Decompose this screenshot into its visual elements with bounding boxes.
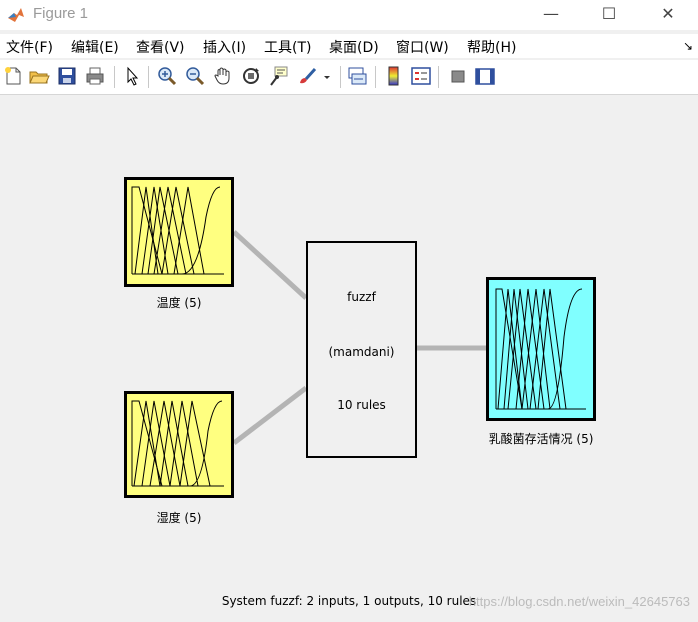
input1-label: 温度 (5) [156, 296, 202, 310]
watermark: https://blog.csdn.net/weixin_42645763 [468, 594, 690, 609]
output1-label: 乳酸菌存活情况 (5) [488, 432, 594, 446]
system-type: (mamdani) [328, 345, 395, 359]
maximize-button[interactable]: ☐ [586, 0, 632, 30]
legend-icon[interactable] [410, 65, 432, 87]
zoom-in-icon[interactable] [156, 65, 178, 87]
connector-input1 [232, 230, 308, 300]
connector-input2 [232, 386, 308, 445]
menu-window[interactable]: 窗口(W) [396, 37, 449, 57]
menu-edit[interactable]: 编辑(E) [71, 37, 119, 57]
menu-insert[interactable]: 插入(I) [203, 37, 246, 57]
toolbar [0, 60, 698, 95]
zoom-out-icon[interactable] [184, 65, 206, 87]
data-cursor-icon[interactable] [268, 65, 290, 87]
dock-arrow-icon[interactable]: ↘ [683, 39, 693, 53]
menu-bar: 文件(F) 编辑(E) 查看(V) 插入(I) 工具(T) 桌面(D) 窗口(W… [0, 34, 698, 58]
brush-icon[interactable] [296, 65, 318, 87]
toolbar-separator [114, 66, 115, 88]
menu-view[interactable]: 查看(V) [136, 37, 185, 57]
minimize-button[interactable]: — [528, 0, 574, 30]
input1-fill [124, 177, 234, 287]
toolbar-separator [340, 66, 341, 88]
toolbar-separator [148, 66, 149, 88]
link-plot-icon[interactable] [346, 65, 368, 87]
pan-hand-icon[interactable] [212, 65, 234, 87]
window-title: Figure 1 [33, 5, 89, 22]
title-bar: Figure 1 — ☐ ✕ [0, 0, 698, 30]
new-figure-icon[interactable] [2, 65, 24, 87]
close-button[interactable]: ✕ [645, 0, 691, 30]
output-mf-box[interactable] [486, 277, 596, 421]
input2-label: 湿度 (5) [156, 511, 202, 525]
select-arrow-icon[interactable] [121, 65, 143, 87]
menu-help[interactable]: 帮助(H) [467, 37, 516, 57]
print-icon[interactable] [84, 65, 106, 87]
menu-desktop[interactable]: 桌面(D) [329, 37, 379, 57]
hide-plot-tools-icon[interactable] [447, 65, 469, 87]
toolbar-separator [375, 66, 376, 88]
open-file-icon[interactable] [28, 65, 50, 87]
system-name: fuzzf [347, 290, 376, 304]
colorbar-icon[interactable] [383, 65, 405, 87]
toolbar-separator [438, 66, 439, 88]
menu-file[interactable]: 文件(F) [6, 37, 53, 57]
input-mf-box[interactable] [124, 391, 234, 498]
menu-tools[interactable]: 工具(T) [264, 37, 311, 57]
system-rules: 10 rules [337, 398, 386, 412]
save-icon[interactable] [56, 65, 78, 87]
show-plot-tools-icon[interactable] [474, 65, 496, 87]
matlab-logo-icon [8, 8, 24, 22]
system-box[interactable]: fuzzf (mamdani) 10 rules [306, 241, 417, 458]
brush-dropdown-icon[interactable] [320, 65, 334, 87]
input-mf-box[interactable] [124, 177, 234, 287]
rotate-3d-icon[interactable] [240, 65, 262, 87]
